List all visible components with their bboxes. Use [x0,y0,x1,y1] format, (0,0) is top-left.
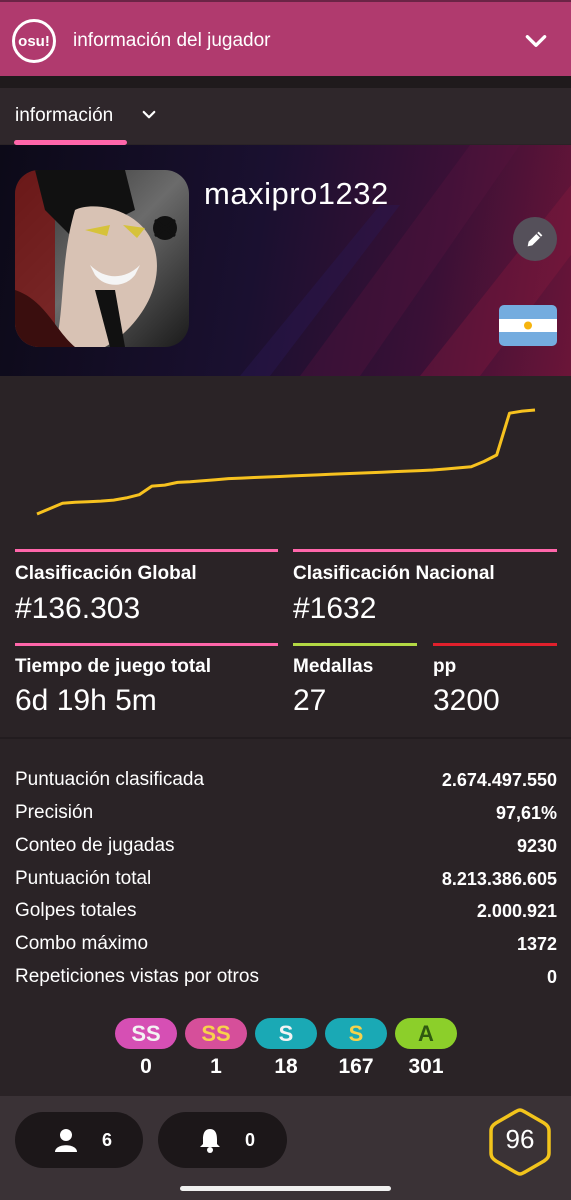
pp-value: 3200 [433,684,500,717]
global-rank-value: #136.303 [15,592,141,625]
grade-badge-s: S [325,1018,387,1049]
grade-badge-ss-silver: SS [115,1018,177,1049]
avatar[interactable] [15,170,189,347]
chevron-down-icon[interactable] [523,28,549,54]
detail-label: Golpes totales [15,900,137,921]
section-divider [0,76,571,88]
detail-label: Puntuación total [15,868,152,889]
detail-label: Precisión [15,802,94,823]
top-bar: osu! información del jugador [0,0,571,76]
detail-value: 8.213.386.605 [441,869,557,889]
rank-series-line [36,408,536,516]
pencil-icon [527,231,543,247]
rank-history-line-chart [36,408,536,516]
national-rank-label: Clasificación Nacional [293,563,495,584]
detail-value: 1372 [516,934,557,954]
level-value: 96 [505,1124,535,1154]
global-rank-label: Clasificación Global [15,563,197,584]
rank-history-chart [0,376,571,536]
detail-label: Puntuación clasificada [15,769,205,790]
detail-value: 2.674.497.550 [441,770,557,790]
detail-label: Repeticiones vistas por otros [15,966,259,987]
detail-value: 9230 [516,836,557,856]
playtime-value: 6d 19h 5m [15,684,157,717]
username: maxipro1232 [204,176,389,211]
grade-badge-a: A [395,1018,457,1049]
grade-count: 1 [210,1055,222,1078]
osu-logo[interactable]: osu! [12,19,56,63]
grade-badge-s-silver: S [255,1018,317,1049]
pp-accent [433,643,557,646]
detail-value: 2.000.921 [476,901,557,921]
global-rank-accent [15,549,278,552]
grade-badge-ss: SS [185,1018,247,1049]
section-divider [0,737,571,739]
playtime-accent [15,643,278,646]
tab-informacion[interactable]: información [15,105,113,127]
national-rank-accent [293,549,557,552]
notifications-count: 0 [245,1130,256,1150]
detail-value: 0 [546,967,557,987]
medals-accent [293,643,417,646]
argentina-flag [499,305,557,346]
grade-count: 0 [140,1055,152,1078]
playtime-label: Tiempo de juego total [15,656,211,677]
friends-count: 6 [102,1130,113,1150]
medals-label: Medallas [293,656,374,677]
home-indicator[interactable] [180,1186,391,1191]
bell-icon [200,1129,220,1153]
chevron-down-icon[interactable] [140,106,158,124]
grade-count: 167 [338,1055,374,1078]
grade-count: 301 [408,1055,444,1078]
detail-label: Combo máximo [15,933,149,954]
medals-value: 27 [293,684,327,717]
detail-value: 97,61% [495,803,557,823]
national-rank-value: #1632 [293,592,377,625]
edit-profile-button[interactable] [513,217,557,261]
notifications-button[interactable]: 0 [158,1112,287,1168]
pp-label: pp [433,656,457,677]
page-title: información del jugador [73,30,271,51]
detail-label: Conteo de jugadas [15,835,175,856]
friends-button[interactable]: 6 [15,1112,143,1168]
grade-count: 18 [274,1055,298,1078]
user-icon [55,1129,77,1152]
